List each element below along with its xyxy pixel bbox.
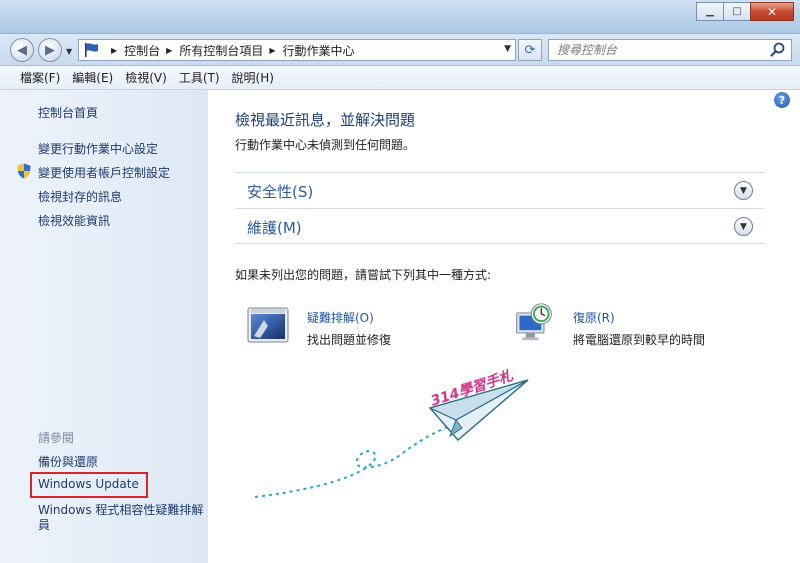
breadcrumb-arrow-icon[interactable]: ▶: [166, 46, 172, 55]
breadcrumb-label: 所有控制台項目: [179, 43, 264, 58]
menu-view[interactable]: 檢視(V): [119, 69, 173, 86]
sidebar-link-compatibility-troubleshooter[interactable]: Windows 程式相容性疑難排解員: [38, 503, 208, 533]
menu-bar: 檔案(F) 編輯(E) 檢視(V) 工具(T) 說明(H): [0, 66, 800, 90]
sidebar-link-windows-update[interactable]: Windows Update: [38, 477, 139, 491]
hint-text: 如果未列出您的問題，請嘗試下列其中一種方式:: [235, 268, 492, 282]
help-icon[interactable]: ?: [774, 92, 790, 108]
troubleshoot-link[interactable]: 疑難排解(O): [307, 309, 374, 326]
window-controls: ▁ □ ✕: [696, 2, 794, 21]
control-panel-flag-icon: [85, 43, 98, 57]
breadcrumb-label: 控制台: [124, 43, 161, 58]
sidebar-link-change-uac-settings[interactable]: 變更使用者帳戶控制設定: [38, 164, 170, 181]
back-arrow-icon: ◀: [17, 42, 27, 58]
see-also-label: 請參閱: [38, 431, 75, 445]
menu-edit[interactable]: 編輯(E): [66, 69, 119, 86]
maximize-button[interactable]: □: [723, 2, 751, 21]
sidebar-link-change-action-center-settings[interactable]: 變更行動作業中心設定: [38, 140, 158, 157]
breadcrumb-item-control-panel[interactable]: 控制台 ▶: [124, 42, 179, 59]
sidebar-link-view-archived-messages[interactable]: 檢視封存的訊息: [38, 188, 122, 205]
title-bar: ▁ □ ✕: [0, 0, 800, 34]
sidebar: 控制台首頁 變更行動作業中心設定 變更使用者帳戶控制設定 檢視封存的訊息 檢視效…: [0, 90, 208, 563]
section-maintenance[interactable]: 維護(M) ▼: [235, 208, 765, 244]
breadcrumb-item-action-center[interactable]: 行動作業中心: [283, 42, 355, 59]
recovery-link[interactable]: 復原(R): [573, 309, 615, 326]
back-button[interactable]: ◀: [10, 38, 34, 62]
status-message: 行動作業中心未偵測到任何問題。: [235, 138, 416, 152]
search-input[interactable]: [549, 40, 759, 60]
section-divider: [235, 243, 765, 244]
uac-shield-icon: [17, 163, 31, 179]
sidebar-link-home[interactable]: 控制台首頁: [38, 104, 98, 121]
breadcrumb-label: 行動作業中心: [282, 43, 355, 58]
refresh-button[interactable]: ⟳: [518, 39, 542, 61]
address-field[interactable]: ▶ 控制台 ▶ 所有控制台項目 ▶ 行動作業中心 ▼: [78, 39, 516, 61]
refresh-icon: ⟳: [524, 42, 536, 58]
page-title: 檢視最近訊息，並解決問題: [235, 111, 416, 129]
section-security[interactable]: 安全性(S) ▼: [235, 172, 765, 208]
address-bar: ◀ ▶ ▼ ▶ 控制台 ▶ 所有控制台項目 ▶ 行動作業中心 ▼ ⟳: [0, 34, 800, 66]
section-title: 安全性(S): [247, 183, 314, 201]
close-button[interactable]: ✕: [750, 2, 794, 21]
search-icon[interactable]: [769, 41, 787, 59]
sidebar-link-view-performance-info[interactable]: 檢視效能資訊: [38, 212, 110, 229]
menu-file[interactable]: 檔案(F): [14, 69, 66, 86]
breadcrumb-item-all-items[interactable]: 所有控制台項目 ▶: [179, 42, 282, 59]
forward-arrow-icon: ▶: [45, 42, 55, 58]
address-dropdown-icon[interactable]: ▼: [504, 44, 511, 54]
menu-tools[interactable]: 工具(T): [173, 69, 226, 86]
recent-pages-dropdown-icon[interactable]: ▼: [66, 47, 72, 56]
search-box[interactable]: [548, 39, 792, 61]
menu-help[interactable]: 說明(H): [226, 69, 280, 86]
recovery-desc: 將電腦還原到較早的時間: [573, 333, 706, 347]
expand-chevron-icon[interactable]: ▼: [734, 217, 753, 236]
breadcrumb-arrow-icon[interactable]: ▶: [111, 46, 117, 55]
section-title: 維護(M): [247, 219, 302, 237]
expand-chevron-icon[interactable]: ▼: [734, 181, 753, 200]
sidebar-link-backup-restore[interactable]: 備份與還原: [38, 453, 98, 470]
minimize-button[interactable]: ▁: [696, 2, 724, 21]
recovery-icon[interactable]: [512, 302, 556, 342]
troubleshoot-desc: 找出問題並修復: [307, 333, 392, 347]
breadcrumb-arrow-icon[interactable]: ▶: [269, 46, 275, 55]
troubleshoot-icon[interactable]: [246, 306, 290, 346]
forward-button[interactable]: ▶: [38, 38, 62, 62]
